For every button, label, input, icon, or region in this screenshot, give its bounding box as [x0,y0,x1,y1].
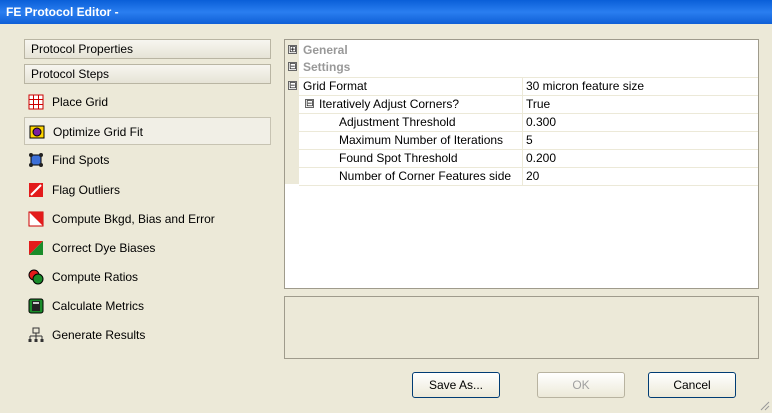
cancel-button[interactable]: Cancel [648,372,736,398]
save-as-button[interactable]: Save As... [412,372,500,398]
results-icon [28,327,44,342]
category-general[interactable]: ⊞ General [285,42,758,59]
dye-icon [29,241,43,255]
description-panel [284,296,759,359]
step-compute-ratios[interactable]: Compute Ratios [24,263,271,291]
property-name: Number of Corner Features side [339,169,512,183]
property-value: True [526,97,551,111]
step-label: Compute Bkgd, Bias and Error [52,212,215,226]
step-label: Calculate Metrics [52,299,145,313]
grid-icon [28,94,44,110]
property-value: 0.300 [526,115,557,129]
grid-line [299,131,758,132]
category-label: Settings [303,60,351,74]
expand-icon[interactable]: ⊞ [288,45,297,54]
step-label: Place Grid [52,95,109,109]
protocol-properties-header[interactable]: Protocol Properties [24,39,271,59]
protocol-steps-header[interactable]: Protocol Steps [24,64,271,84]
property-name: Found Spot Threshold [339,151,458,165]
step-label: Flag Outliers [52,183,121,197]
step-compute-bkgd[interactable]: Compute Bkgd, Bias and Error [24,205,271,233]
grid-line [299,95,758,96]
flag-icon [29,183,43,197]
property-name: Adjustment Threshold [339,115,456,129]
step-label: Find Spots [52,153,110,167]
step-optimize-grid-fit[interactable]: Optimize Grid Fit [24,117,271,145]
step-calculate-metrics[interactable]: Calculate Metrics [24,292,271,320]
collapse-icon[interactable]: ⊟ [288,81,297,90]
property-name: Maximum Number of Iterations [339,133,504,147]
property-name: Iteratively Adjust Corners? [319,97,460,111]
property-value: 20 [526,169,540,183]
property-grid[interactable]: ⊞ General ⊟ Settings ⊟ Grid Format 30 mi… [284,39,759,289]
property-value: 5 [526,133,533,147]
step-generate-results[interactable]: Generate Results [24,321,271,349]
calculator-icon [28,298,44,314]
grid-line [299,149,758,150]
step-find-spots[interactable]: Find Spots [24,146,271,174]
grid-line [299,77,758,78]
property-value: 30 micron feature size [526,79,645,93]
step-label: Generate Results [52,328,146,342]
optimize-icon [29,125,45,139]
compute-bkgd-icon [28,211,44,227]
property-value: 0.200 [526,151,557,165]
find-spots-icon [29,153,43,167]
grid-line [299,185,758,186]
ok-button[interactable]: OK [537,372,625,398]
column-divider[interactable] [522,77,523,185]
step-label: Compute Ratios [52,270,139,284]
category-label: General [303,43,348,57]
step-label: Optimize Grid Fit [53,125,144,139]
grid-line [299,113,758,114]
step-place-grid[interactable]: Place Grid [24,88,271,116]
collapse-icon[interactable]: ⊟ [305,99,314,108]
step-correct-dye-biases[interactable]: Correct Dye Biases [24,234,271,262]
window-title: FE Protocol Editor - [6,5,119,19]
collapse-icon[interactable]: ⊟ [288,62,297,71]
step-flag-outliers[interactable]: Flag Outliers [24,176,271,204]
resize-grip-icon[interactable] [758,399,770,411]
grid-line [299,167,758,168]
property-name: Grid Format [303,79,368,93]
category-settings[interactable]: ⊟ Settings [285,59,758,76]
step-label: Correct Dye Biases [52,241,156,255]
title-bar[interactable]: FE Protocol Editor - [0,0,772,24]
ratios-icon [28,269,44,285]
